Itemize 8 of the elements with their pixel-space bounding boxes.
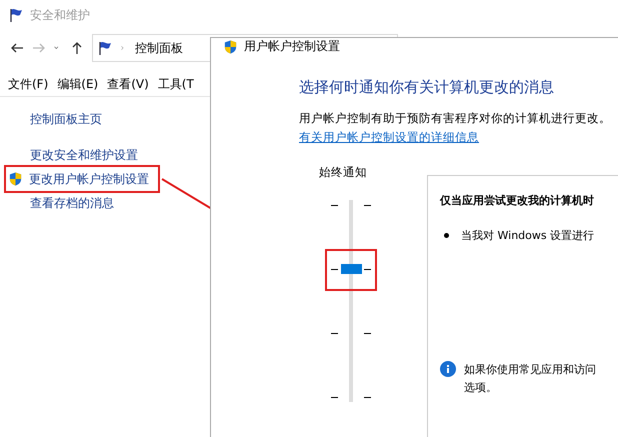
description-text: 用户帐户控制有助于预防有害程序对你的计算机进行更改。	[299, 111, 612, 126]
panel-title: 仅当应用尝试更改我的计算机时	[440, 193, 595, 208]
dialog-heading: 选择何时通知你有关计算机更改的消息	[299, 78, 555, 97]
slider-label: 始终通知	[319, 165, 368, 180]
window-title: 安全和维护	[30, 6, 90, 24]
bullet-text: 当我对 Windows 设置进行	[461, 228, 594, 243]
dialog-title: 用户帐户控制设置	[244, 38, 340, 55]
info-text: 如果你使用常见应用和访问 选项。	[464, 362, 596, 396]
